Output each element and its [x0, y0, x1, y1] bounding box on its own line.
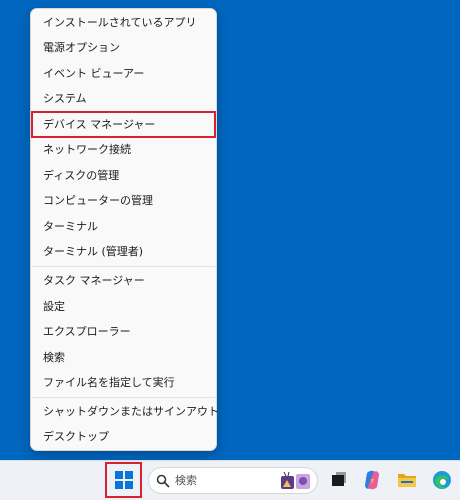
menu-item-installed-apps[interactable]: インストールされているアプリ — [31, 10, 216, 35]
menu-item-search[interactable]: 検索 — [31, 345, 216, 370]
menu-item-event-viewer[interactable]: イベント ビューアー — [31, 61, 216, 86]
search-icon — [156, 474, 170, 488]
menu-item-shutdown-signout[interactable]: シャットダウンまたはサインアウト › — [31, 399, 219, 424]
menu-item-desktop[interactable]: デスクトップ — [31, 424, 216, 449]
menu-separator — [32, 266, 215, 267]
menu-item-terminal-admin[interactable]: ターミナル (管理者) — [31, 239, 216, 264]
menu-item-system[interactable]: システム — [31, 86, 216, 111]
taskbar-search-box[interactable]: 検索 — [148, 467, 318, 494]
search-highlight-image-icon — [281, 471, 310, 489]
copilot-icon[interactable] — [361, 468, 383, 492]
edge-icon[interactable] — [431, 468, 453, 492]
device-manager-highlight-box — [31, 111, 216, 138]
context-menu: インストールされているアプリ 電源オプション イベント ビューアー システム デ… — [30, 8, 219, 451]
menu-item-file-explorer[interactable]: エクスプローラー — [31, 319, 216, 344]
menu-item-task-manager[interactable]: タスク マネージャー — [31, 268, 216, 293]
task-view-icon[interactable] — [327, 468, 349, 492]
search-placeholder: 検索 — [175, 474, 197, 487]
chevron-right-icon: › — [197, 405, 202, 418]
menu-item-disk-management[interactable]: ディスクの管理 — [31, 163, 216, 188]
windows-logo-icon[interactable] — [115, 471, 133, 489]
menu-separator — [32, 397, 215, 398]
taskbar: 検索 — [0, 460, 460, 500]
menu-item-computer-management[interactable]: コンピューターの管理 — [31, 188, 216, 213]
menu-item-label: シャットダウンまたはサインアウト — [43, 405, 219, 418]
file-explorer-icon[interactable] — [396, 468, 418, 492]
menu-item-power-options[interactable]: 電源オプション — [31, 35, 216, 60]
menu-item-run[interactable]: ファイル名を指定して実行 — [31, 370, 216, 395]
menu-item-settings[interactable]: 設定 — [31, 294, 216, 319]
menu-item-terminal[interactable]: ターミナル — [31, 214, 216, 239]
menu-item-network-connections[interactable]: ネットワーク接続 — [31, 137, 216, 162]
